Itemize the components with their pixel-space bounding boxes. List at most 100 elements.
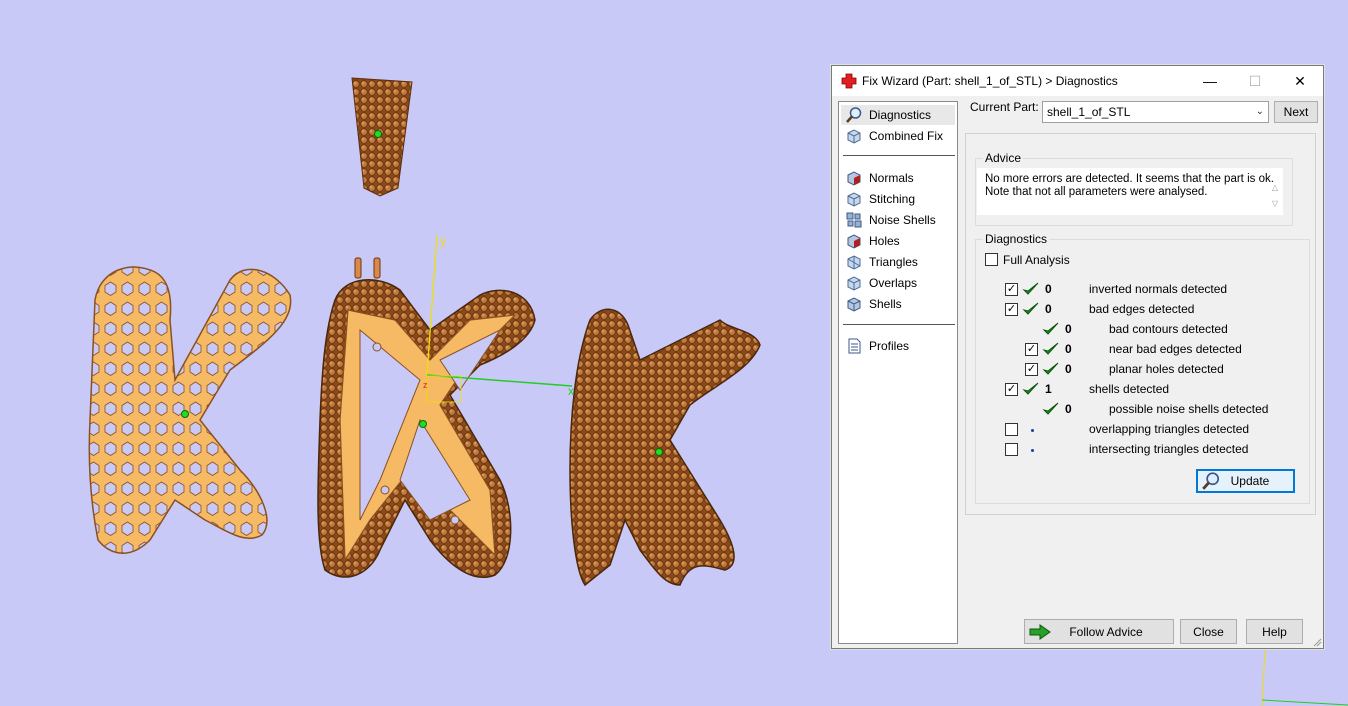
overlapping-triangles-label: overlapping triangles detected <box>1089 422 1250 436</box>
nav-label: Diagnostics <box>869 108 932 122</box>
axis-y-label: y <box>440 234 446 248</box>
advice-text: No more errors are detected. It seems th… <box>977 168 1283 215</box>
intersecting-triangles-checkbox[interactable] <box>1005 443 1018 456</box>
shells-count: 1 <box>1045 382 1052 396</box>
part-k-beads[interactable] <box>569 308 761 587</box>
part-k-frame[interactable] <box>317 257 536 578</box>
status-dot-icon <box>1031 429 1034 432</box>
shells-cube-icon <box>847 297 861 312</box>
inverted-normals-count: 0 <box>1045 282 1052 296</box>
axis-z-label: z <box>423 380 428 390</box>
noise-shells-count: 0 <box>1065 402 1072 416</box>
advice-group: Advice No more errors are detected. It s… <box>975 151 1293 226</box>
close-window-button[interactable]: ✕ <box>1277 66 1323 96</box>
advice-line-2: Note that not all parameters were analys… <box>985 186 1208 198</box>
nav-label: Overlaps <box>869 276 918 290</box>
shells-checkbox[interactable]: ✓ <box>1005 383 1018 396</box>
stitching-cube-icon <box>847 192 861 207</box>
near-bad-edges-checkbox[interactable]: ✓ <box>1025 343 1038 356</box>
wizard-nav-panel: Diagnostics Combined Fix Normals Stitchi… <box>838 101 958 644</box>
nav-label: Profiles <box>869 339 910 353</box>
green-arrow-icon <box>1029 624 1051 640</box>
nav-item-combined-fix[interactable]: Combined Fix <box>841 126 955 146</box>
current-part-value: shell_1_of_STL <box>1047 105 1131 119</box>
nav-item-holes[interactable]: Holes <box>841 231 955 251</box>
planar-holes-checkbox[interactable]: ✓ <box>1025 363 1038 376</box>
nav-label: Holes <box>869 234 900 248</box>
advice-scrollbar[interactable]: △ ▽ <box>1270 180 1280 212</box>
noise-shells-label: possible noise shells detected <box>1109 402 1269 416</box>
green-check-icon <box>1042 402 1059 415</box>
near-bad-edges-count: 0 <box>1065 342 1072 356</box>
diagnostics-panel: Advice No more errors are detected. It s… <box>965 133 1316 515</box>
bad-edges-label: bad edges detected <box>1089 302 1195 316</box>
magnifier-icon <box>1202 472 1220 490</box>
nav-label: Normals <box>869 171 914 185</box>
follow-advice-label: Follow Advice <box>1069 624 1143 639</box>
planar-holes-label: planar holes detected <box>1109 362 1224 376</box>
diagnostics-title: Diagnostics <box>983 232 1050 246</box>
follow-advice-button[interactable]: Follow Advice <box>1024 619 1174 644</box>
document-icon <box>848 338 861 354</box>
holes-cube-icon <box>847 234 861 249</box>
axis-x-label: x <box>568 384 574 398</box>
help-button[interactable]: Help <box>1246 619 1303 644</box>
title-bar[interactable]: Fix Wizard (Part: shell_1_of_STL) > Diag… <box>832 66 1323 96</box>
bad-contours-label: bad contours detected <box>1109 322 1228 336</box>
current-part-label: Current Part: <box>970 100 1039 114</box>
cube-icon <box>847 129 861 144</box>
nav-separator <box>843 324 955 325</box>
status-dot-icon <box>1031 449 1034 452</box>
resize-grip-icon[interactable] <box>1312 637 1322 647</box>
nav-label: Stitching <box>869 192 916 206</box>
scroll-down-icon[interactable]: ▽ <box>1270 196 1280 212</box>
green-check-icon <box>1042 362 1059 375</box>
nav-item-normals[interactable]: Normals <box>841 168 955 188</box>
near-bad-edges-label: near bad edges detected <box>1109 342 1242 356</box>
planar-holes-count: 0 <box>1065 362 1072 376</box>
scroll-up-icon[interactable]: △ <box>1270 180 1280 196</box>
part-k-hexagon-lattice[interactable] <box>88 266 292 554</box>
secondary-axis-gizmo <box>1261 649 1348 706</box>
update-label: Update <box>1230 474 1270 488</box>
next-button[interactable]: Next <box>1274 101 1318 123</box>
nav-item-triangles[interactable]: Triangles <box>841 252 955 272</box>
dialog-title: Fix Wizard (Part: shell_1_of_STL) > Diag… <box>862 74 1118 88</box>
inverted-normals-label: inverted normals detected <box>1089 282 1228 296</box>
nav-item-overlaps[interactable]: Overlaps <box>841 273 955 293</box>
triangles-cube-icon <box>847 255 861 270</box>
small-part-top[interactable] <box>351 77 413 197</box>
maximize-button[interactable]: ☐ <box>1232 66 1278 96</box>
green-check-icon <box>1022 382 1039 395</box>
inverted-normals-checkbox[interactable]: ✓ <box>1005 283 1018 296</box>
nav-item-shells[interactable]: Shells <box>841 294 955 314</box>
bad-contours-count: 0 <box>1065 322 1072 336</box>
nav-item-stitching[interactable]: Stitching <box>841 189 955 209</box>
magnifier-icon <box>846 107 862 123</box>
advice-line-1: No more errors are detected. It seems th… <box>985 173 1274 185</box>
bad-edges-count: 0 <box>1045 302 1052 316</box>
noise-shells-icon <box>846 212 862 228</box>
full-analysis-label: Full Analysis <box>1003 253 1070 267</box>
nav-item-profiles[interactable]: Profiles <box>841 336 955 356</box>
update-button[interactable]: Update <box>1196 469 1295 493</box>
nav-label: Combined Fix <box>869 129 944 143</box>
intersecting-triangles-label: intersecting triangles detected <box>1089 442 1249 456</box>
close-button[interactable]: Close <box>1180 619 1237 644</box>
chevron-down-icon: ⌄ <box>1255 106 1264 117</box>
current-part-select[interactable]: shell_1_of_STL ⌄ <box>1042 101 1269 123</box>
bad-edges-checkbox[interactable]: ✓ <box>1005 303 1018 316</box>
green-check-icon <box>1042 342 1059 355</box>
minimize-button[interactable]: — <box>1187 66 1233 96</box>
overlaps-cube-icon <box>847 276 861 291</box>
green-check-icon <box>1042 322 1059 335</box>
full-analysis-checkbox[interactable] <box>985 253 998 266</box>
nav-item-diagnostics[interactable]: Diagnostics <box>841 105 955 125</box>
normals-cube-icon <box>847 171 861 186</box>
nav-item-noise-shells[interactable]: Noise Shells <box>841 210 955 230</box>
green-check-icon <box>1022 282 1039 295</box>
overlapping-triangles-checkbox[interactable] <box>1005 423 1018 436</box>
nav-label: Triangles <box>869 255 918 269</box>
fix-wizard-dialog: Fix Wizard (Part: shell_1_of_STL) > Diag… <box>831 65 1324 649</box>
diagnostics-group: Diagnostics Full Analysis ✓ 0 inverted n… <box>975 232 1310 504</box>
